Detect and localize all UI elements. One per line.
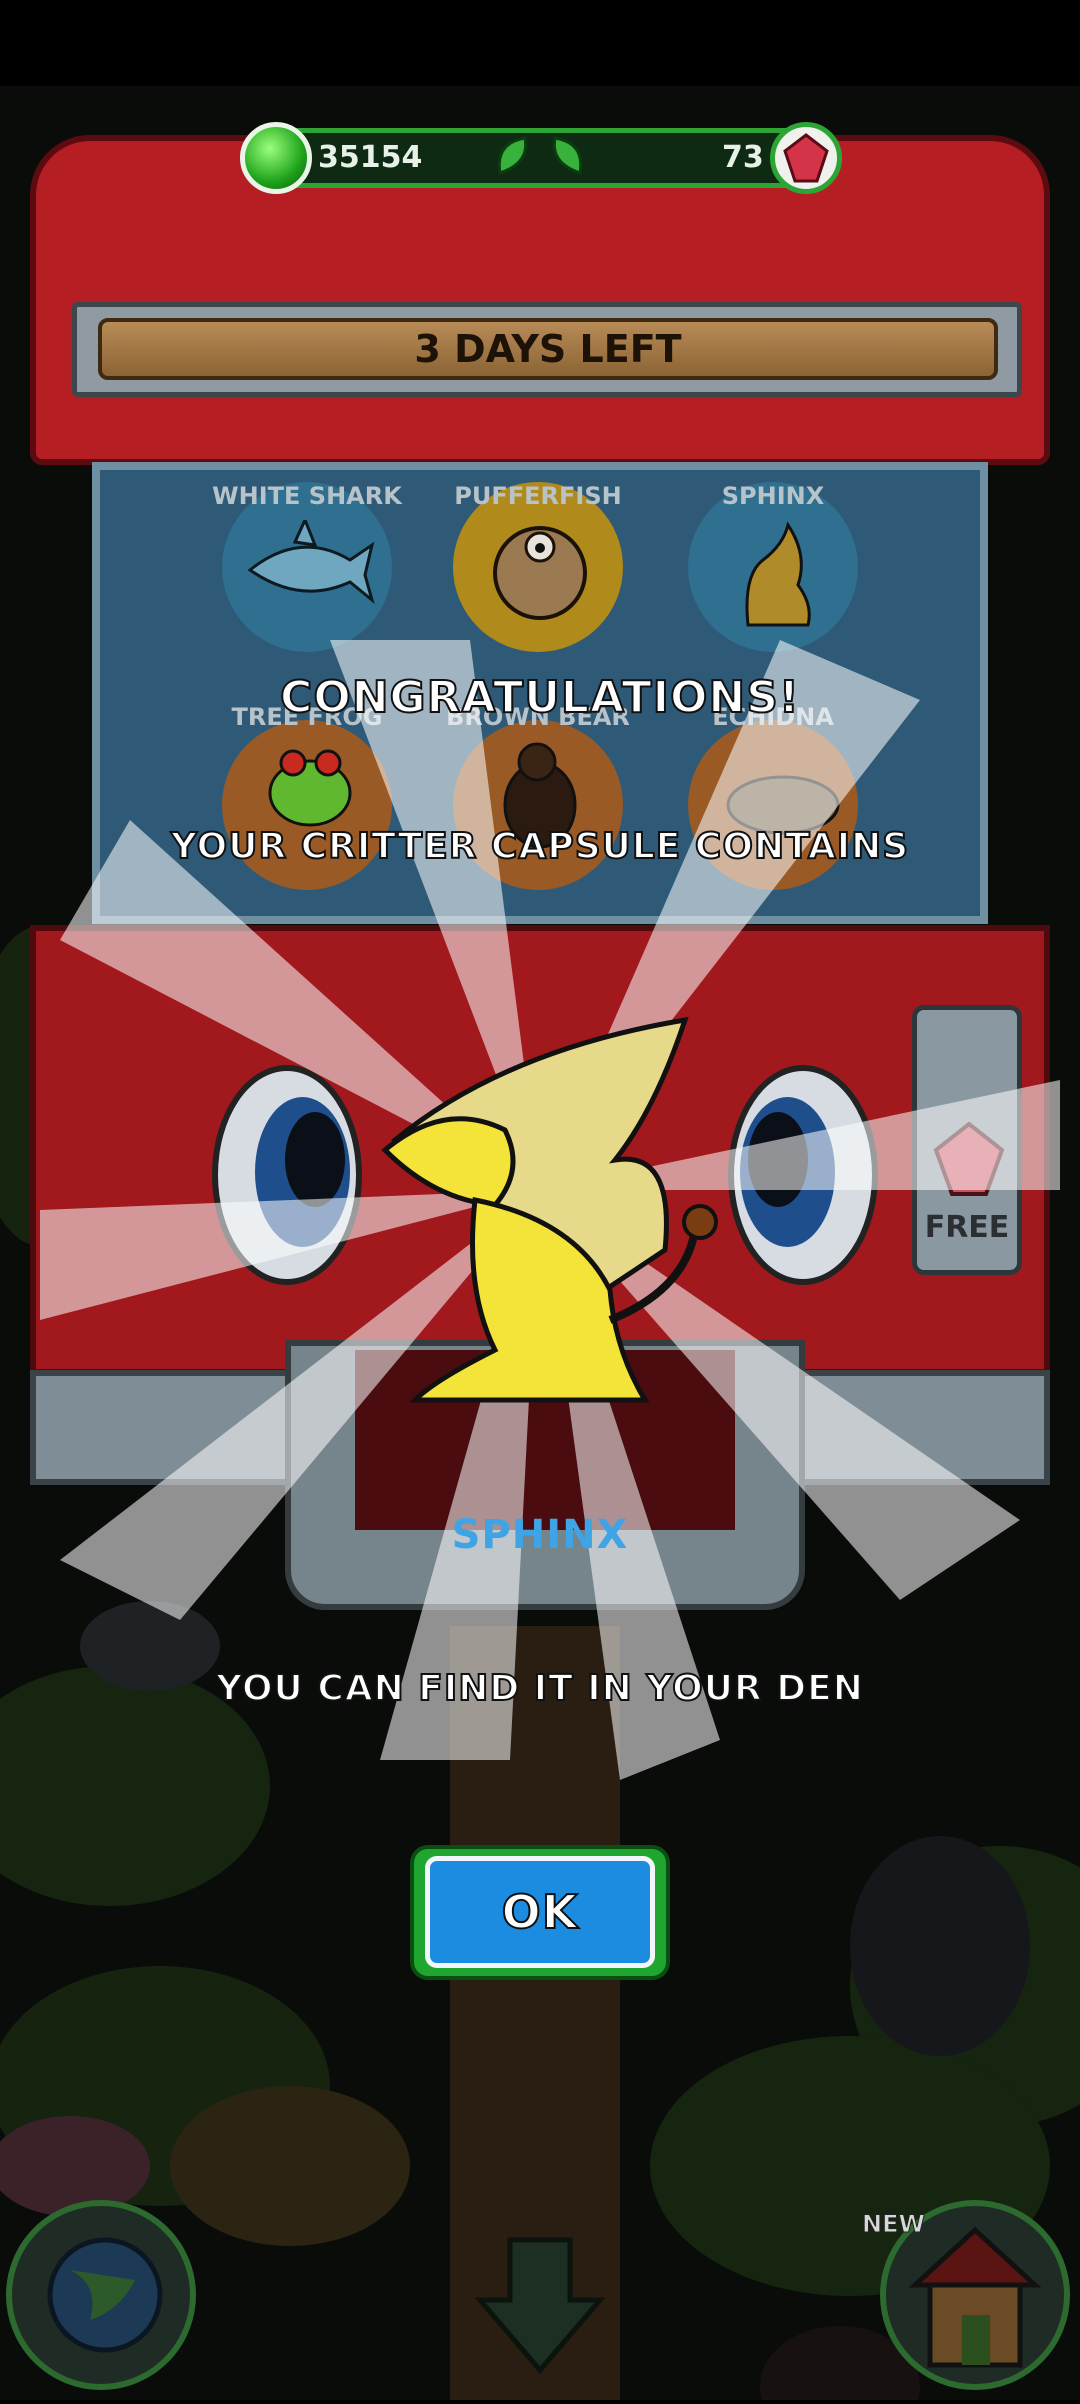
reward-critter-name: SPHINX xyxy=(451,1512,629,1558)
house-icon xyxy=(908,2226,1042,2368)
new-badge: NEW xyxy=(862,2210,926,2239)
sphinx-reward-icon xyxy=(381,1016,718,1403)
den-message: YOU CAN FIND IT IN YOUR DEN xyxy=(215,1667,864,1710)
ok-button-label: OK xyxy=(501,1884,579,1940)
capsule-contains-subtitle: YOUR CRITTER CAPSULE CONTAINS xyxy=(170,825,910,868)
globe-icon xyxy=(47,2237,163,2353)
congratulations-title: CONGRATULATIONS! xyxy=(279,671,800,724)
arrow-down-icon[interactable] xyxy=(470,2230,610,2380)
